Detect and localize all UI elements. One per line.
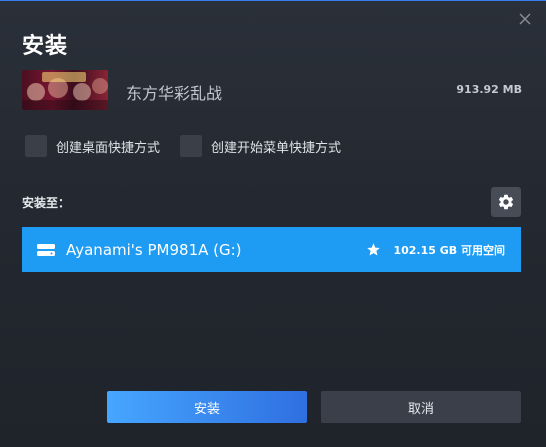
install-button[interactable]: 安装 bbox=[107, 391, 307, 423]
star-icon bbox=[367, 243, 381, 256]
drive-name: Ayanami's PM981A (G:) bbox=[66, 240, 242, 259]
install-to-label: 安装至： bbox=[22, 196, 71, 210]
install-drive-selector[interactable]: Ayanami's PM981A (G:) 102.15 GB 可用空间 bbox=[22, 227, 521, 272]
dialog-title: 安装 bbox=[22, 34, 69, 59]
close-icon bbox=[519, 13, 531, 25]
settings-button[interactable] bbox=[491, 187, 521, 217]
desktop-shortcut-checkbox[interactable] bbox=[25, 135, 47, 157]
start-menu-shortcut-checkbox[interactable] bbox=[180, 135, 203, 157]
game-row: 东方华彩乱战 913.92 MB bbox=[22, 70, 522, 110]
gear-icon bbox=[498, 194, 514, 210]
game-size: 913.92 MB bbox=[456, 83, 522, 96]
cancel-button[interactable]: 取消 bbox=[321, 391, 521, 423]
drive-free-space: 102.15 GB 可用空间 bbox=[393, 243, 505, 257]
start-menu-shortcut-label: 创建开始菜单快捷方式 bbox=[211, 140, 342, 156]
shortcut-options: 创建桌面快捷方式 创建开始菜单快捷方式 bbox=[25, 134, 361, 158]
top-accent-line bbox=[0, 0, 546, 1]
game-thumbnail bbox=[22, 70, 108, 110]
close-button[interactable] bbox=[516, 10, 534, 28]
start-menu-shortcut-option[interactable]: 创建开始菜单快捷方式 bbox=[180, 135, 341, 157]
game-name: 东方华彩乱战 bbox=[126, 84, 223, 103]
desktop-shortcut-option[interactable]: 创建桌面快捷方式 bbox=[25, 135, 160, 157]
drive-icon bbox=[37, 243, 55, 256]
desktop-shortcut-label: 创建桌面快捷方式 bbox=[56, 140, 161, 156]
